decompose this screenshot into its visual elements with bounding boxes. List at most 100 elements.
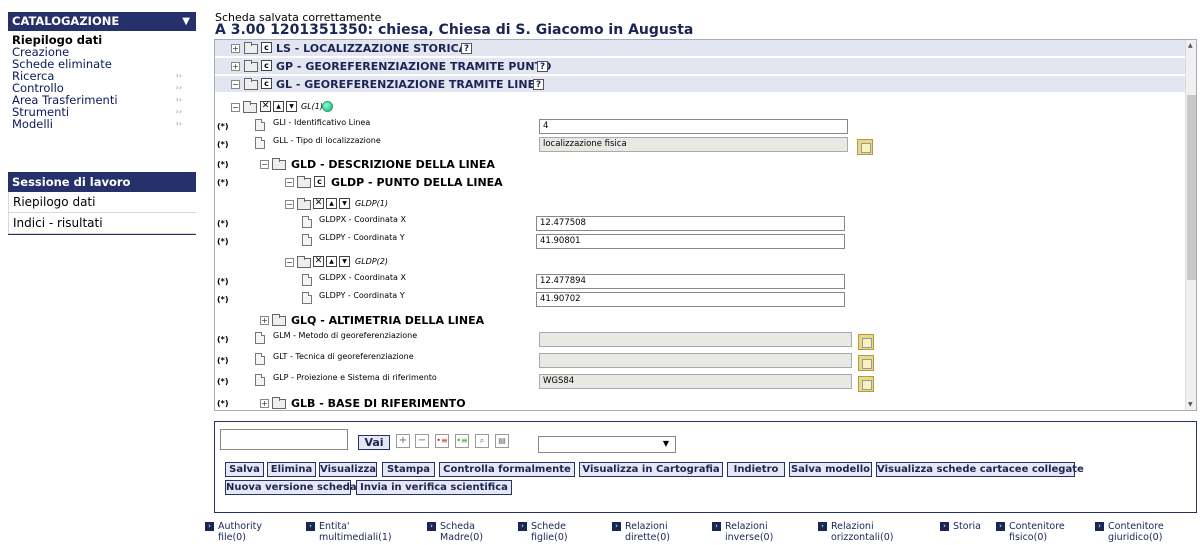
occurrence-label: GLDP(1) <box>355 199 388 208</box>
link-count: dirette(0) <box>625 532 670 543</box>
visualizza-schede-cartacee-button[interactable]: Visualizza schede cartacee collegate <box>876 462 1084 477</box>
vai-button[interactable]: Vai <box>358 435 390 450</box>
stampa-button[interactable]: Stampa <box>382 462 435 477</box>
section-label: LS - LOCALIZZAZIONE STORICA <box>276 42 468 55</box>
link-relazioni[interactable]: › Relazioni inverse(0) <box>712 521 773 543</box>
required-mark: (*) <box>217 122 229 131</box>
link-authority[interactable]: › Authority file(0) <box>205 521 262 543</box>
collapse-icon[interactable]: − <box>260 160 269 169</box>
field-label: GLM - Metodo di georeferenziazione <box>273 331 418 340</box>
gldpy-2-input[interactable]: 41.90702 <box>536 292 845 307</box>
catalogazione-menu-header[interactable]: CATALOGAZIONE ▼ <box>8 12 196 31</box>
collapse-icon[interactable]: − <box>285 258 294 267</box>
help-icon[interactable]: ? <box>461 43 472 54</box>
link-schede[interactable]: › Schede figlie(0) <box>518 521 568 543</box>
glm-input[interactable] <box>539 332 852 347</box>
collapse-icon[interactable]: − <box>231 103 240 112</box>
collapse-icon[interactable]: − <box>285 200 294 209</box>
subsection-gld: (*) − GLD - DESCRIZIONE DELLA LINEA <box>215 156 1186 173</box>
expand-icon[interactable]: + <box>260 399 269 408</box>
glp-input[interactable]: WGS84 <box>539 374 852 389</box>
expand-icon[interactable]: + <box>231 62 240 71</box>
invia-verifica-button[interactable]: Invia in verifica scientifica <box>356 480 512 495</box>
document-list-icon[interactable]: ▤ <box>495 434 509 448</box>
required-mark: (*) <box>217 399 229 408</box>
required-mark: (*) <box>217 356 229 365</box>
elimina-button[interactable]: Elimina <box>267 462 316 477</box>
visualizza-cartografia-button[interactable]: Visualizza in Cartografia <box>579 462 723 477</box>
help-icon[interactable]: ? <box>533 79 544 90</box>
vocabulary-edit-icon[interactable] <box>858 334 874 350</box>
indietro-button[interactable]: Indietro <box>727 462 785 477</box>
scroll-down-icon[interactable]: ▼ <box>1188 401 1193 408</box>
visualizza-button[interactable]: Visualizza <box>319 462 377 477</box>
gldpy-1-input[interactable]: 41.90801 <box>536 234 845 249</box>
salva-button[interactable]: Salva <box>225 462 264 477</box>
vertical-scrollbar[interactable]: ▲ ▼ <box>1185 40 1196 410</box>
sidebar-item-modelli[interactable]: Modelli ›› <box>12 118 196 130</box>
move-down-icon[interactable]: ▼ <box>339 198 350 209</box>
submenu-arrow-icon: ›› <box>175 83 182 92</box>
delete-icon[interactable]: ✕ <box>313 256 324 267</box>
link-relazioni[interactable]: › Relazioni dirette(0) <box>612 521 670 543</box>
move-up-icon[interactable]: ▲ <box>326 256 337 267</box>
session-item-riepilogo[interactable]: Riepilogo dati <box>8 192 196 213</box>
globe-icon[interactable] <box>322 101 333 112</box>
section-gl[interactable]: − c GL - GEOREFERENZIAZIONE TRAMITE LINE… <box>215 76 1186 93</box>
gldpx-2-input[interactable]: 12.477894 <box>536 274 845 289</box>
chevron-down-icon[interactable]: ▼ <box>182 12 190 31</box>
move-down-icon[interactable]: ▼ <box>286 101 297 112</box>
session-item-indici[interactable]: Indici - risultati <box>8 213 196 234</box>
section-label: GP - GEOREFERENZIAZIONE TRAMITE PUNTO <box>276 60 552 73</box>
gll-input[interactable]: localizzazione fisica <box>539 137 848 152</box>
vocabulary-edit-icon[interactable] <box>858 355 874 371</box>
collapse-icon[interactable]: − <box>231 80 240 89</box>
link-storia[interactable]: › Storia <box>940 521 981 532</box>
document-icon <box>255 137 265 149</box>
record-tree-panel: + c LS - LOCALIZZAZIONE STORICA ? + c GP… <box>214 39 1197 411</box>
move-down-icon[interactable]: ▼ <box>339 256 350 267</box>
expand-icon[interactable]: + <box>231 44 240 53</box>
copy-icon[interactable]: c <box>261 78 272 89</box>
controlla-formalmente-button[interactable]: Controlla formalmente <box>439 462 575 477</box>
delete-icon[interactable]: ✕ <box>313 198 324 209</box>
delete-icon[interactable]: ✕ <box>260 101 271 112</box>
copy-icon[interactable]: c <box>314 176 325 187</box>
copy-icon[interactable]: c <box>261 60 272 71</box>
expand-icon[interactable]: + <box>260 316 269 325</box>
link-relazioni[interactable]: › Relazioni orizzontali(0) <box>818 521 893 543</box>
move-up-icon[interactable]: ▲ <box>273 101 284 112</box>
scrollbar-thumb[interactable] <box>1187 95 1196 280</box>
catalogazione-label: CATALOGAZIONE <box>12 14 120 28</box>
link-entita-[interactable]: › Entita' multimediali(1) <box>306 521 392 543</box>
jump-input[interactable] <box>220 429 348 450</box>
help-icon[interactable]: ? <box>537 61 548 72</box>
section-select[interactable]: ▼ <box>538 436 676 453</box>
salva-modello-button[interactable]: Salva modello <box>789 462 872 477</box>
list-red-icon[interactable]: •≡ <box>435 434 449 448</box>
list-green-icon[interactable]: •≡ <box>455 434 469 448</box>
section-gp[interactable]: + c GP - GEOREFERENZIAZIONE TRAMITE PUNT… <box>215 58 1186 75</box>
required-mark: (*) <box>217 237 229 246</box>
scroll-up-icon[interactable]: ▲ <box>1188 42 1193 49</box>
copy-icon[interactable]: c <box>261 42 272 53</box>
glt-input[interactable] <box>539 353 852 368</box>
collapse-icon[interactable]: − <box>285 178 294 187</box>
required-mark: (*) <box>217 178 229 187</box>
gli-input[interactable]: 4 <box>539 119 848 134</box>
add-icon[interactable]: + <box>396 434 410 448</box>
move-up-icon[interactable]: ▲ <box>326 198 337 209</box>
search-list-icon[interactable]: ⌕ <box>475 434 489 448</box>
link-scheda[interactable]: › Scheda Madre(0) <box>427 521 483 543</box>
remove-icon[interactable]: − <box>415 434 429 448</box>
link-contenitore[interactable]: › Contenitore giuridico(0) <box>1095 521 1164 543</box>
section-ls[interactable]: + c LS - LOCALIZZAZIONE STORICA ? <box>215 40 1186 57</box>
session-panel: Sessione di lavoro Riepilogo dati Indici… <box>8 172 196 235</box>
link-contenitore[interactable]: › Contenitore fisico(0) <box>996 521 1065 543</box>
vocabulary-edit-icon[interactable] <box>857 139 873 155</box>
folder-icon <box>272 314 286 326</box>
open-folder-icon <box>297 176 311 188</box>
gldpx-1-input[interactable]: 12.477508 <box>536 216 845 231</box>
nuova-versione-button[interactable]: Nuova versione scheda <box>225 480 357 495</box>
vocabulary-edit-icon[interactable] <box>858 376 874 392</box>
